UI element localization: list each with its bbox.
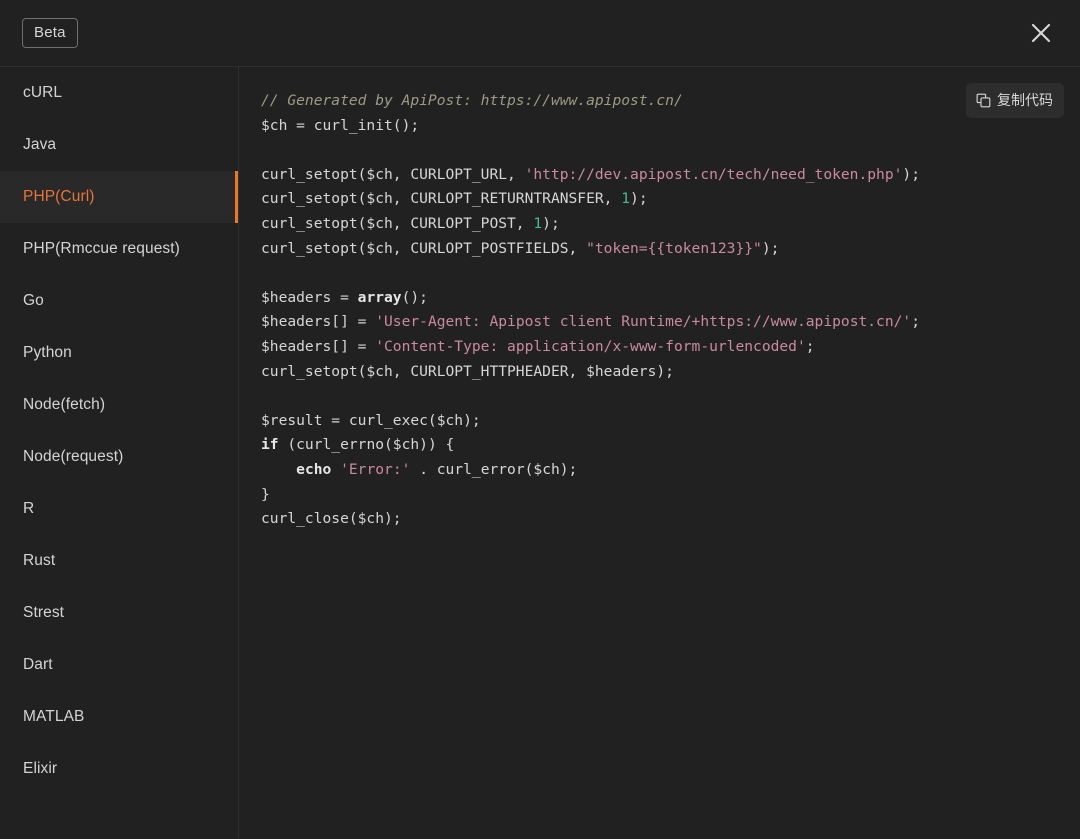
code-token-number: 1 (621, 190, 631, 208)
code-token-string: 'http://dev.apipost.cn/tech/need_token.p… (524, 165, 903, 183)
code-token-plain: ); (761, 239, 780, 257)
code-token-string: "token={{token123}}" (586, 239, 762, 257)
code-block: // Generated by ApiPost: https://www.api… (261, 89, 950, 532)
code-token-plain: ; (911, 313, 920, 331)
sidebar-item-label: Go (23, 292, 44, 309)
sidebar-item-java[interactable]: Java (0, 119, 238, 171)
sidebar-item-python[interactable]: Python (0, 327, 238, 379)
copy-code-button[interactable]: 复制代码 (966, 83, 1064, 118)
sidebar-item-label: Elixir (23, 760, 58, 777)
code-token-number: 1 (533, 214, 543, 232)
code-token-plain: (curl_errno($ch)) { (278, 436, 455, 454)
code-token-plain: curl_setopt($ch, CURLOPT_HTTPHEADER, $he… (261, 362, 674, 380)
sidebar-item-label: cURL (23, 84, 63, 101)
code-panel: 复制代码 // Generated by ApiPost: https://ww… (239, 67, 1080, 839)
code-token-plain: . curl_error($ch); (410, 460, 578, 478)
code-token-plain: $headers[] = (261, 337, 376, 355)
code-token-comment: // Generated by ApiPost: https://www.api… (261, 92, 683, 109)
sidebar-item-label: PHP(Rmccue request) (23, 240, 180, 257)
code-token-plain: $result = curl_exec($ch); (261, 411, 481, 429)
sidebar-item-label: Java (23, 136, 57, 153)
dialog-body: cURL Java PHP(Curl) PHP(Rmccue request) Go Py… (0, 67, 1080, 839)
code-token-plain: $headers = (261, 288, 358, 306)
sidebar-item-rust[interactable]: Rust (0, 535, 238, 587)
code-token-plain: } (261, 485, 270, 503)
code-token-plain: (); (401, 288, 428, 306)
sidebar-item-curl[interactable]: cURL (0, 67, 238, 119)
code-token-string: 'User-Agent: Apipost client Runtime/+htt… (375, 313, 912, 331)
sidebar-item-php-curl[interactable]: PHP(Curl) (0, 171, 238, 223)
sidebar-item-label: PHP(Curl) (23, 188, 95, 205)
code-token-kw: array (357, 288, 402, 306)
sidebar-item-node-fetch[interactable]: Node(fetch) (0, 379, 238, 431)
code-token-plain: curl_setopt($ch, CURLOPT_POSTFIELDS, (261, 239, 587, 257)
code-token-plain: curl_setopt($ch, CURLOPT_POST, (261, 214, 534, 232)
sidebar-item-r[interactable]: R (0, 483, 238, 535)
code-token-plain: curl_close($ch); (261, 510, 402, 528)
sidebar-item-label: MATLAB (23, 708, 85, 725)
sidebar-item-dart[interactable]: Dart (0, 639, 238, 691)
code-scroll-area[interactable]: // Generated by ApiPost: https://www.api… (239, 67, 1080, 839)
sidebar-item-label: Python (23, 344, 72, 361)
dialog-header: Beta (0, 0, 1080, 67)
sidebar-item-elixir[interactable]: Elixir (0, 743, 238, 795)
sidebar-item-label: Dart (23, 656, 53, 673)
sidebar-item-php-rmccue-request[interactable]: PHP(Rmccue request) (0, 223, 238, 275)
code-token-plain: curl_setopt($ch, CURLOPT_URL, (261, 165, 525, 183)
sidebar-item-strest[interactable]: Strest (0, 587, 238, 639)
copy-icon (976, 93, 991, 108)
code-token-string: 'Content-Type: application/x-www-form-ur… (375, 337, 806, 355)
sidebar-item-label: Rust (23, 552, 56, 569)
beta-badge[interactable]: Beta (22, 18, 78, 48)
code-token-plain: ); (630, 190, 648, 208)
code-token-plain: $ch = curl_init(); (261, 116, 420, 134)
code-token-plain: curl_setopt($ch, CURLOPT_RETURNTRANSFER, (261, 190, 622, 208)
code-token-plain: ); (902, 165, 920, 183)
close-icon[interactable] (1024, 16, 1058, 50)
code-token-plain: ; (805, 337, 815, 355)
code-token-kw: echo (296, 460, 332, 478)
language-sidebar[interactable]: cURL Java PHP(Curl) PHP(Rmccue request) Go Py… (0, 67, 239, 839)
sidebar-item-matlab[interactable]: MATLAB (0, 691, 238, 743)
sidebar-item-label: R (23, 500, 35, 517)
code-token-plain: $headers[] = (261, 313, 376, 331)
code-token-string: 'Error:' (340, 460, 411, 478)
sidebar-item-label: Strest (23, 604, 65, 621)
code-generation-dialog: Beta cURL Java PHP(Curl) PHP(Rmccue request… (0, 0, 1080, 839)
sidebar-item-label: Node(fetch) (23, 396, 106, 413)
copy-code-label: 复制代码 (997, 92, 1053, 108)
code-token-kw: if (261, 436, 279, 454)
sidebar-item-go[interactable]: Go (0, 275, 238, 327)
code-token-plain: ); (542, 214, 560, 232)
sidebar-item-node-request[interactable]: Node(request) (0, 431, 238, 483)
sidebar-item-label: Node(request) (23, 448, 124, 465)
